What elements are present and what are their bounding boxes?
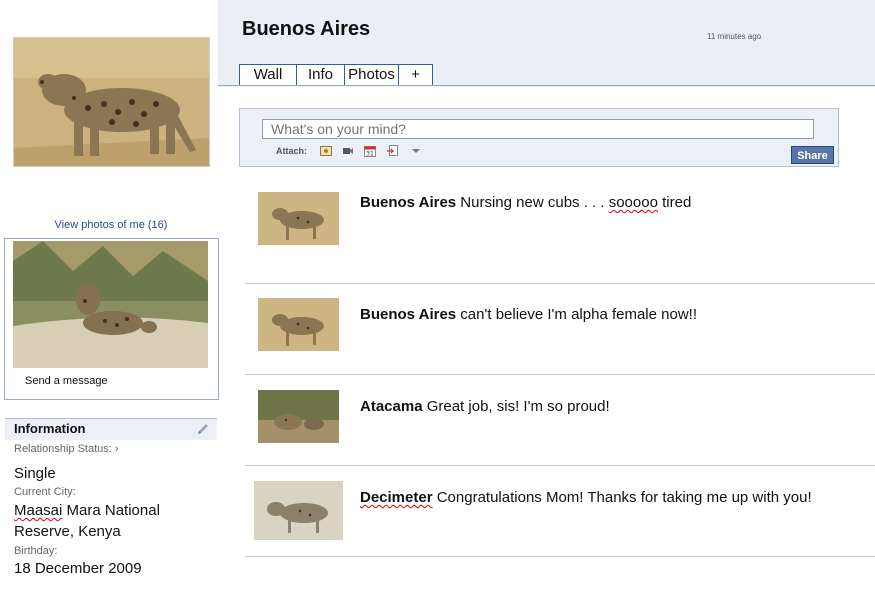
information-title: Information bbox=[14, 421, 86, 436]
header-divider bbox=[218, 85, 875, 86]
tab-photos[interactable]: Photos bbox=[344, 64, 398, 86]
share-button[interactable]: Share bbox=[791, 146, 834, 164]
event-icon[interactable]: 31 bbox=[364, 144, 376, 158]
svg-text:31: 31 bbox=[366, 151, 374, 158]
post-text: Atacama Great job, sis! I'm so proud! bbox=[360, 398, 610, 415]
attach-label: Attach: bbox=[276, 146, 307, 156]
profile-name: Buenos Aires bbox=[242, 18, 371, 40]
post-avatar[interactable] bbox=[258, 390, 339, 443]
video-icon[interactable] bbox=[342, 144, 354, 156]
tab-wall[interactable]: Wall bbox=[239, 64, 296, 86]
post-author-link[interactable]: Atacama bbox=[360, 398, 423, 415]
city-misspelling: Maasai bbox=[14, 502, 63, 519]
post-avatar[interactable] bbox=[258, 192, 339, 245]
post-text: Buenos Aires can't believe I'm alpha fem… bbox=[360, 306, 697, 323]
post-text: Decimeter Congratulations Mom! Thanks fo… bbox=[360, 489, 812, 506]
dropdown-arrow-icon[interactable] bbox=[410, 144, 422, 156]
feed-divider bbox=[245, 556, 875, 557]
birthday-label: Birthday: bbox=[14, 545, 58, 557]
send-message-link[interactable]: Send a message bbox=[25, 375, 108, 387]
tab-info[interactable]: Info bbox=[296, 64, 344, 86]
city-text-line2: Reserve, Kenya bbox=[14, 523, 121, 540]
post-author-link[interactable]: Decimeter bbox=[360, 489, 433, 506]
post-author-link[interactable]: Buenos Aires bbox=[360, 306, 456, 323]
status-timestamp: 11 minutes ago bbox=[707, 32, 762, 41]
feed-divider bbox=[245, 283, 875, 284]
pencil-edit-icon[interactable] bbox=[196, 422, 210, 436]
status-input[interactable] bbox=[262, 119, 814, 139]
link-icon[interactable] bbox=[387, 144, 399, 156]
relationship-label: Relationship Status: › bbox=[14, 443, 119, 455]
current-city-label: Current City: bbox=[14, 486, 76, 498]
feed-divider bbox=[245, 465, 875, 466]
post-avatar[interactable] bbox=[254, 481, 343, 540]
tab-add[interactable]: + bbox=[398, 64, 433, 86]
post-avatar[interactable] bbox=[258, 298, 339, 351]
secondary-photo[interactable] bbox=[13, 241, 208, 368]
view-photos-link[interactable]: View photos of me (16) bbox=[0, 219, 222, 231]
relationship-value: Single bbox=[14, 465, 56, 482]
post-author-link[interactable]: Buenos Aires bbox=[360, 194, 456, 211]
feed-divider bbox=[245, 374, 875, 375]
city-text: Mara National bbox=[62, 502, 160, 519]
profile-picture[interactable] bbox=[13, 37, 210, 167]
current-city-value: Maasai Mara National Reserve, Kenya bbox=[14, 500, 160, 542]
photo-icon[interactable] bbox=[320, 144, 332, 156]
profile-tabs: Wall Info Photos + bbox=[239, 64, 433, 86]
post-text: Buenos Aires Nursing new cubs . . . sooo… bbox=[360, 194, 692, 211]
birthday-value: 18 December 2009 bbox=[14, 560, 142, 577]
